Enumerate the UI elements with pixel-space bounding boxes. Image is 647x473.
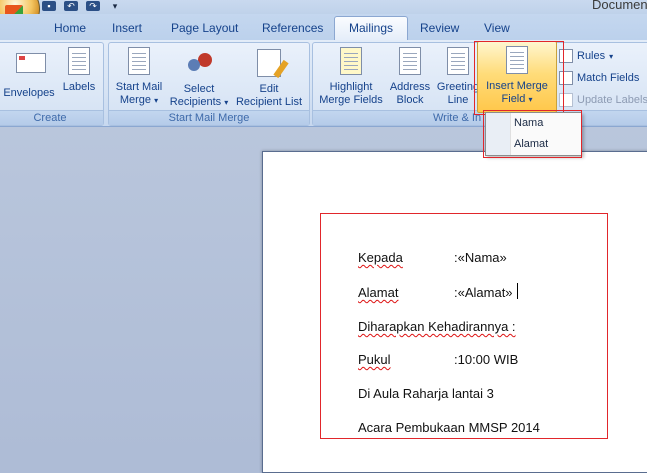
recipients-icon xyxy=(186,49,214,75)
document-title: Documen xyxy=(592,0,647,12)
update-labels-button[interactable]: Update Labels xyxy=(559,93,647,107)
diharapkan-text: Diharapkan Kehadirannya : xyxy=(358,319,516,334)
kepada-label: Kepada xyxy=(358,250,403,265)
highlight-merge-fields-button[interactable]: Highlight Merge Fields xyxy=(317,47,385,107)
group-start-mail-merge: Start Mail Merge ▾ Select Recipients ▾ E… xyxy=(108,42,310,126)
menu-item-nama[interactable]: Nama xyxy=(514,117,543,129)
customize-toolbar-icon[interactable]: ▾ xyxy=(108,1,122,11)
address-label-2: Block xyxy=(396,94,424,106)
select-recipients-label-2: Recipients xyxy=(169,96,222,108)
chevron-down-icon: ▾ xyxy=(528,95,533,104)
tab-home[interactable]: Home xyxy=(40,17,100,39)
edit-recipient-list-label-2: Recipient List xyxy=(235,96,303,108)
greeting-label-2: Line xyxy=(447,94,469,106)
edit-list-icon xyxy=(257,49,281,77)
highlight-label-1: Highlight xyxy=(329,81,373,93)
envelope-icon xyxy=(16,53,46,73)
pukul-value: :10:00 WIB xyxy=(454,352,519,367)
group-create-label: Create xyxy=(0,110,103,125)
address-block-button[interactable]: Address Block xyxy=(387,47,433,107)
start-mail-merge-label-2: Merge xyxy=(119,94,152,106)
aula-text: Di Aula Raharja lantai 3 xyxy=(358,386,494,401)
greeting-line-button[interactable]: Greeting Line xyxy=(433,47,483,107)
alamat-field[interactable]: :«Alamat» xyxy=(454,285,513,300)
match-fields-label: Match Fields xyxy=(577,72,640,84)
select-recipients-label-1: Select xyxy=(183,83,215,95)
labels-button[interactable]: Labels xyxy=(59,47,99,94)
tab-page-layout[interactable]: Page Layout xyxy=(157,17,252,39)
chevron-down-icon: ▾ xyxy=(609,51,614,61)
tab-mailings[interactable]: Mailings xyxy=(334,16,409,41)
mail-merge-icon xyxy=(128,47,150,75)
start-mail-merge-button[interactable]: Start Mail Merge ▾ xyxy=(111,47,167,107)
labels-icon xyxy=(68,47,90,75)
insert-merge-field-icon xyxy=(506,46,528,74)
chevron-down-icon: ▾ xyxy=(154,96,159,105)
greeting-label-1: Greeting xyxy=(436,81,480,93)
match-fields-button[interactable]: Match Fields xyxy=(559,71,639,85)
tab-review[interactable]: Review xyxy=(406,17,473,39)
labels-label: Labels xyxy=(62,81,96,93)
start-mail-merge-label-1: Start Mail xyxy=(115,81,163,93)
edit-recipient-list-label-1: Edit xyxy=(259,83,279,95)
tab-references[interactable]: References xyxy=(248,17,337,39)
save-icon[interactable]: ▪ xyxy=(42,1,56,11)
address-label-1: Address xyxy=(389,81,431,93)
insert-merge-field-button[interactable]: Insert Merge Field ▾ xyxy=(477,41,557,113)
insert-merge-field-label-1: Insert Merge xyxy=(486,80,548,92)
match-fields-icon xyxy=(559,71,573,85)
envelopes-label: Envelopes xyxy=(3,87,55,99)
chevron-down-icon: ▾ xyxy=(224,98,229,107)
redo-icon[interactable]: ↷ xyxy=(86,1,100,11)
rules-button[interactable]: Rules ▾ xyxy=(559,49,613,63)
highlight-icon xyxy=(340,47,362,75)
acara-text: Acara Pembukaan MMSP 2014 xyxy=(358,420,540,435)
rules-label: Rules xyxy=(577,50,606,62)
group-start-mail-merge-label: Start Mail Merge xyxy=(109,110,309,125)
text-cursor xyxy=(517,283,518,299)
greeting-line-icon xyxy=(447,47,469,75)
undo-icon[interactable]: ↶ xyxy=(64,1,78,11)
envelopes-button[interactable]: Envelopes xyxy=(1,47,57,100)
edit-recipient-list-button[interactable]: Edit Recipient List xyxy=(233,47,305,109)
alamat-label: Alamat xyxy=(358,285,399,300)
rules-icon xyxy=(559,49,573,63)
pukul-label: Pukul xyxy=(358,352,391,367)
kepada-field[interactable]: :«Nama» xyxy=(454,250,507,265)
update-labels-label: Update Labels xyxy=(577,94,647,106)
ribbon-tabs: Home Insert Page Layout References Maili… xyxy=(0,14,647,41)
group-create: Envelopes Labels Create xyxy=(0,42,104,126)
tab-insert[interactable]: Insert xyxy=(98,17,156,39)
insert-merge-field-label-2: Field xyxy=(501,93,526,105)
update-labels-icon xyxy=(559,93,573,107)
quick-access-toolbar: ▪ ↶ ↷ ▾ xyxy=(42,0,122,12)
select-recipients-button[interactable]: Select Recipients ▾ xyxy=(167,47,231,109)
address-block-icon xyxy=(399,47,421,75)
menu-item-alamat[interactable]: Alamat xyxy=(514,138,548,150)
merge-field-menu: Nama Alamat xyxy=(485,112,582,156)
menu-icon-column xyxy=(486,113,511,155)
highlight-label-2: Merge Fields xyxy=(319,94,383,106)
tab-view[interactable]: View xyxy=(470,17,524,39)
